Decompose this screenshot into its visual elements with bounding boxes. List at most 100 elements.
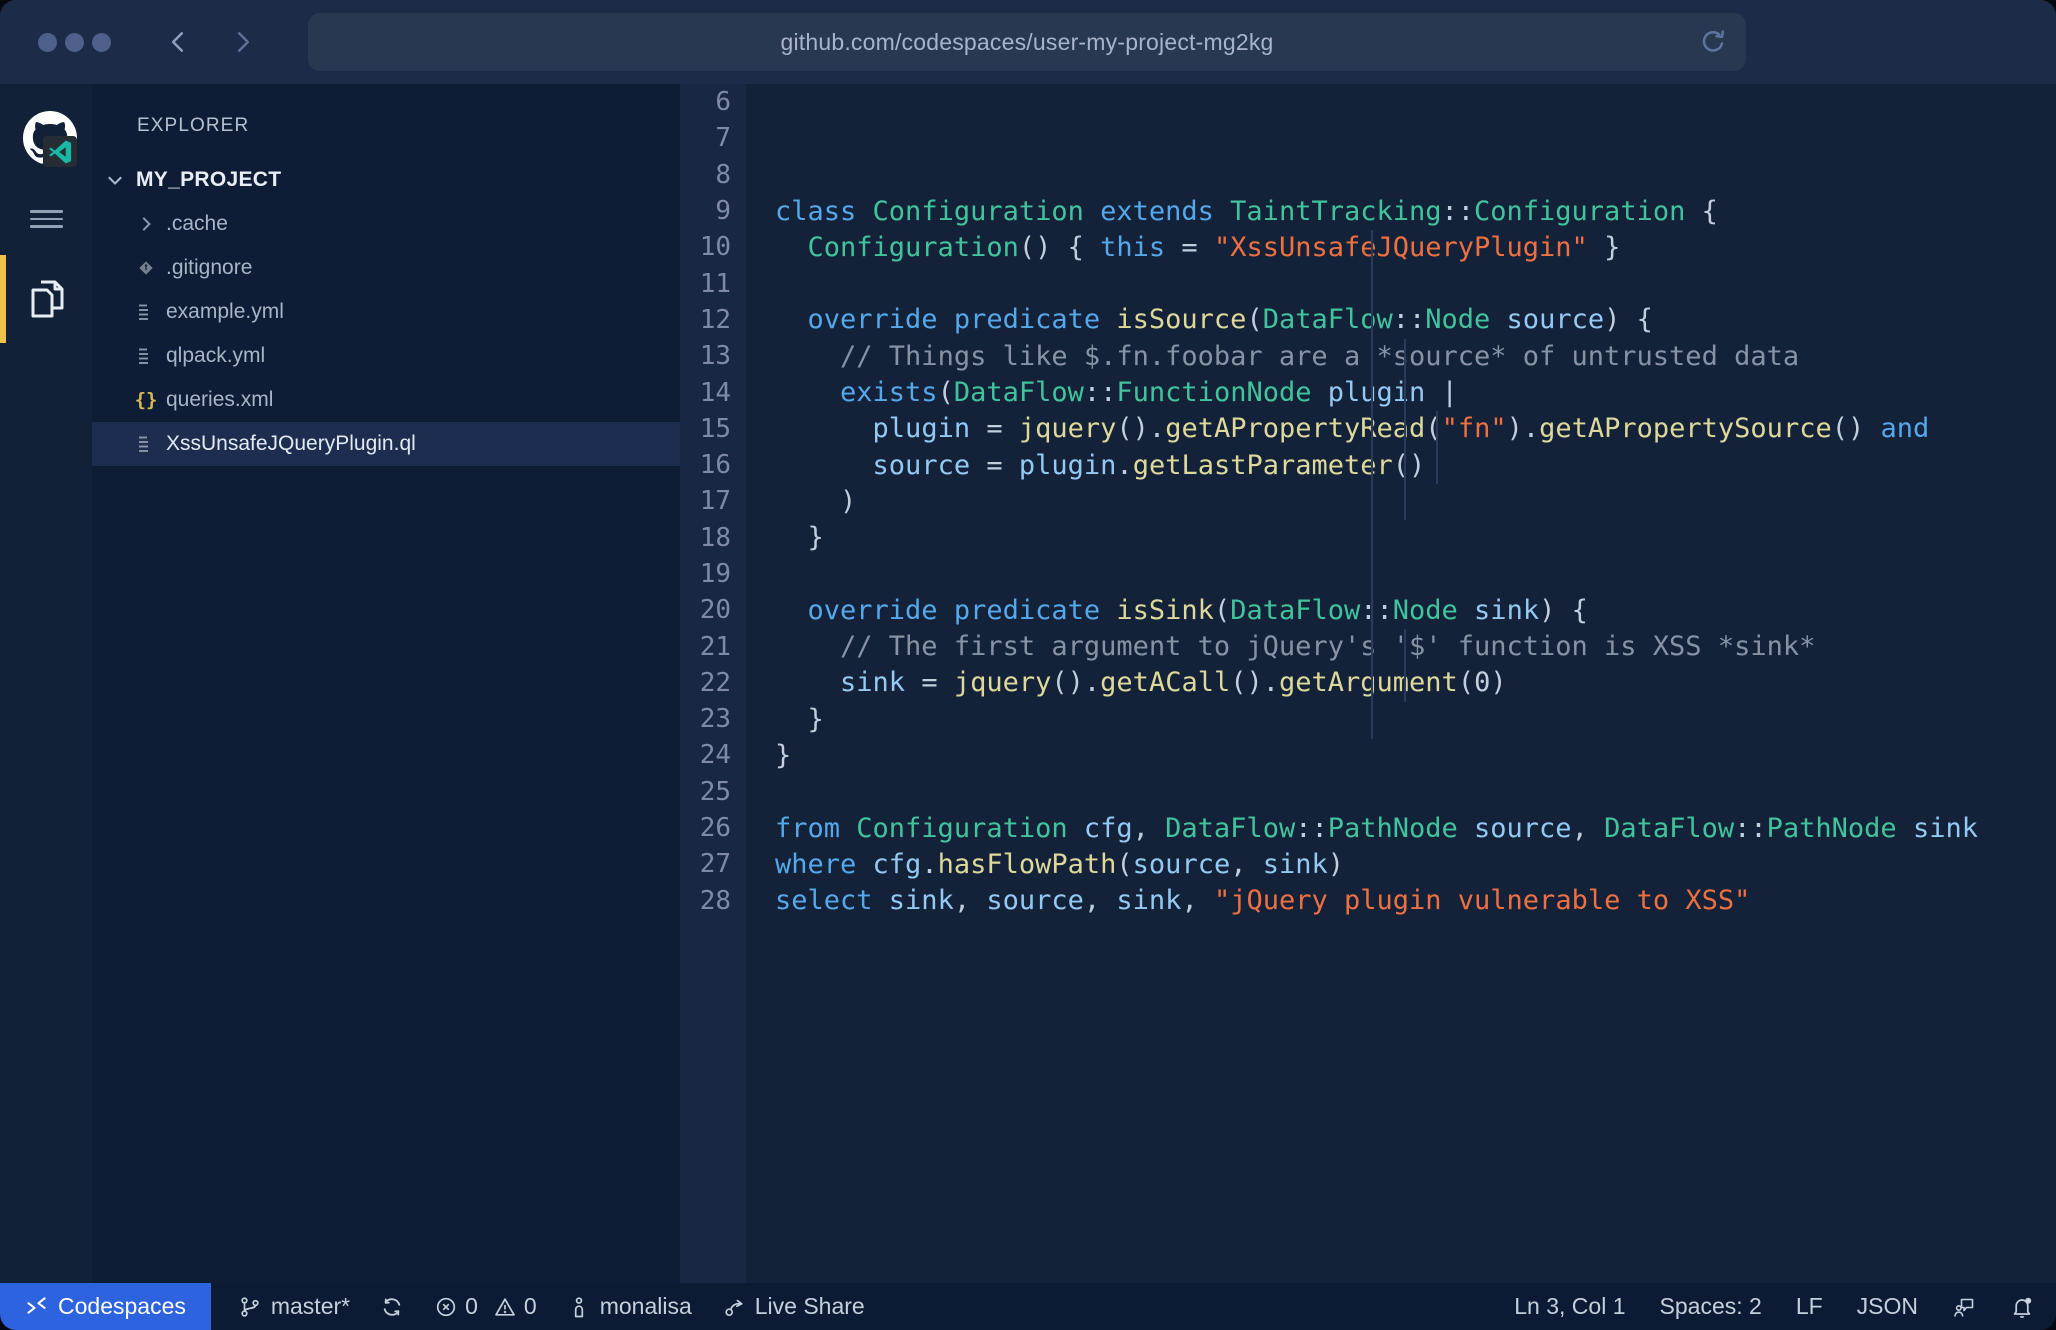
status-cursor-position[interactable]: Ln 3, Col 1	[1497, 1283, 1642, 1330]
tree-item-qlpack-yml[interactable]: qlpack.yml	[92, 334, 680, 378]
line-number: 17	[680, 486, 746, 516]
window-maximize-button[interactable]	[92, 33, 111, 52]
explorer-sidebar: EXPLORER MY_PROJECT .cache.gitignoreexam…	[92, 84, 680, 1283]
code-line-27[interactable]: 27where cfg.hasFlowPath(source, sink)	[680, 846, 2056, 882]
feedback-icon	[1952, 1295, 1976, 1319]
line-number: 15	[680, 414, 746, 444]
code-line-13[interactable]: 13 // Things like $.fn.foobar are a *sou…	[680, 338, 2056, 374]
status-notifications[interactable]	[1993, 1283, 2056, 1330]
code-text: override predicate isSink(DataFlow::Node…	[746, 595, 2056, 626]
braces-icon: {}	[135, 389, 157, 411]
chevron-down-icon	[104, 169, 126, 191]
line-number: 22	[680, 668, 746, 698]
line-number: 24	[680, 740, 746, 770]
tree-item--cache[interactable]: .cache	[92, 202, 680, 246]
error-icon	[434, 1295, 458, 1319]
forward-button[interactable]	[230, 29, 256, 55]
code-line-17[interactable]: 17 )	[680, 483, 2056, 519]
code-line-16[interactable]: 16 source = plugin.getLastParameter()	[680, 447, 2056, 483]
git-file-icon	[135, 257, 157, 279]
warning-count: 0	[524, 1293, 537, 1320]
active-view-indicator	[0, 255, 6, 343]
code-line-24[interactable]: 24}	[680, 737, 2056, 773]
line-number: 8	[680, 160, 746, 190]
code-line-26[interactable]: 26from Configuration cfg, DataFlow::Path…	[680, 810, 2056, 846]
line-number: 16	[680, 450, 746, 480]
tree-item-label: example.yml	[166, 300, 284, 324]
file-tree: .cache .gitignore example.yml qlpack.yml {}q…	[92, 202, 680, 466]
tree-item--gitignore[interactable]: .gitignore	[92, 246, 680, 290]
line-number: 13	[680, 341, 746, 371]
error-count: 0	[465, 1293, 478, 1320]
browser-window: github.com/codespaces/user-my-project-mg…	[0, 0, 2056, 1330]
code-line-12[interactable]: 12 override predicate isSource(DataFlow:…	[680, 302, 2056, 338]
address-bar[interactable]: github.com/codespaces/user-my-project-mg…	[308, 13, 1746, 71]
status-indentation-label: Spaces: 2	[1660, 1293, 1762, 1320]
code-editor[interactable]: 67 89class Configuration extends TaintTra…	[680, 84, 2056, 1283]
tree-item-label: .gitignore	[166, 256, 252, 280]
code-line-22[interactable]: 22 sink = jquery().getACall().getArgumen…	[680, 665, 2056, 701]
code-line-20[interactable]: 20 override predicate isSink(DataFlow::N…	[680, 592, 2056, 628]
line-number: 10	[680, 232, 746, 262]
code-line-15[interactable]: 15 plugin = jquery().getAPropertyRead("f…	[680, 411, 2056, 447]
menu-icon[interactable]	[30, 210, 63, 228]
tree-item-example-yml[interactable]: example.yml	[92, 290, 680, 334]
tree-item-queries-xml[interactable]: {}queries.xml	[92, 378, 680, 422]
file-icon	[135, 345, 157, 367]
code-text: }	[746, 704, 2056, 735]
code-line-6[interactable]: 6	[680, 84, 2056, 120]
code-text: where cfg.hasFlowPath(source, sink)	[746, 849, 2056, 880]
line-number: 27	[680, 849, 746, 879]
status-account[interactable]: monalisa	[552, 1283, 707, 1330]
line-number: 12	[680, 305, 746, 335]
code-line-10[interactable]: 10 Configuration() { this = "XssUnsafeJQ…	[680, 229, 2056, 265]
code-line-9[interactable]: 9class Configuration extends TaintTracki…	[680, 193, 2056, 229]
code-text: }	[746, 740, 2056, 771]
code-line-8[interactable]: 8	[680, 157, 2056, 193]
status-codespaces[interactable]: Codespaces	[0, 1283, 211, 1330]
line-number: 19	[680, 559, 746, 589]
code-text: exists(DataFlow::FunctionNode plugin |	[746, 377, 2056, 408]
code-area: 67 89class Configuration extends TaintTra…	[680, 84, 2056, 919]
status-language-mode[interactable]: JSON	[1840, 1283, 1935, 1330]
code-line-21[interactable]: 21 // The first argument to jQuery's '$'…	[680, 628, 2056, 664]
status-indentation[interactable]: Spaces: 2	[1643, 1283, 1779, 1330]
code-text: plugin = jquery().getAPropertyRead("fn")…	[746, 413, 2056, 444]
url-text: github.com/codespaces/user-my-project-mg…	[780, 29, 1273, 56]
code-line-23[interactable]: 23 }	[680, 701, 2056, 737]
line-number: 6	[680, 87, 746, 117]
back-button[interactable]	[165, 29, 191, 55]
code-line-25[interactable]: 25	[680, 774, 2056, 810]
tree-item-label: qlpack.yml	[166, 344, 265, 368]
explorer-files-icon[interactable]	[23, 275, 71, 325]
code-line-18[interactable]: 18 }	[680, 520, 2056, 556]
tree-item-xssunsafejqueryplugin-ql[interactable]: XssUnsafeJQueryPlugin.ql	[92, 422, 680, 466]
code-line-28[interactable]: 28select sink, source, sink, "jQuery plu…	[680, 883, 2056, 919]
tree-root-my-project[interactable]: MY_PROJECT	[92, 158, 680, 202]
status-live-share[interactable]: Live Share	[707, 1283, 880, 1330]
line-number: 9	[680, 196, 746, 226]
status-cursor-position-label: Ln 3, Col 1	[1514, 1293, 1625, 1320]
code-line-14[interactable]: 14 exists(DataFlow::FunctionNode plugin …	[680, 374, 2056, 410]
line-number: 14	[680, 378, 746, 408]
code-line-11[interactable]: 11	[680, 265, 2056, 301]
status-feedback[interactable]	[1935, 1283, 1993, 1330]
code-text: sink = jquery().getACall().getArgument(0…	[746, 667, 2056, 698]
refresh-icon[interactable]	[1698, 27, 1728, 57]
indent-guide	[1371, 230, 1373, 739]
status-problems[interactable]: 00	[419, 1283, 552, 1330]
indent-guide	[1436, 411, 1438, 484]
window-minimize-button[interactable]	[65, 33, 84, 52]
window-close-button[interactable]	[38, 33, 57, 52]
status-branch[interactable]: master*	[223, 1283, 365, 1330]
root-folder-label: MY_PROJECT	[136, 168, 281, 192]
code-line-19[interactable]: 19	[680, 556, 2056, 592]
code-line-7[interactable]: 7	[680, 120, 2056, 156]
tree-item-label: XssUnsafeJQueryPlugin.ql	[166, 432, 416, 456]
problems-group: 00	[434, 1293, 537, 1320]
workbench: EXPLORER MY_PROJECT .cache.gitignoreexam…	[0, 84, 2056, 1283]
line-number: 28	[680, 886, 746, 916]
warning-icon	[493, 1295, 517, 1319]
status-eol[interactable]: LF	[1779, 1283, 1840, 1330]
status-sync[interactable]	[365, 1283, 419, 1330]
